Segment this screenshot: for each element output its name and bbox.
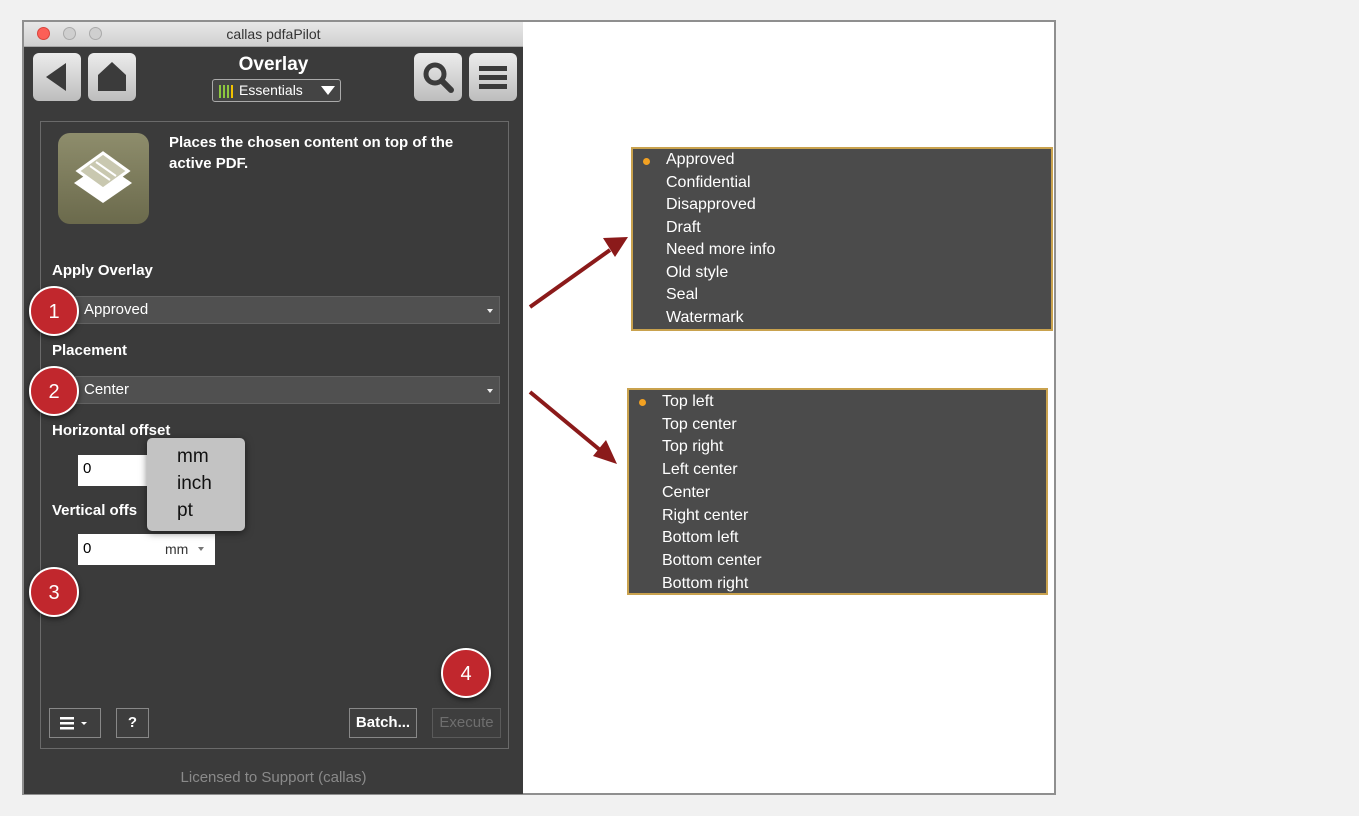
overlay-option[interactable]: Seal [666, 286, 698, 304]
placement-option[interactable]: Top center [662, 416, 737, 434]
arrow-to-overlay-list [528, 248, 612, 309]
arrow-head-icon [593, 440, 617, 464]
overlay-option[interactable]: Watermark [666, 309, 744, 327]
placement-option[interactable]: Bottom center [662, 552, 762, 570]
placement-option[interactable]: Right center [662, 507, 748, 525]
placement-option[interactable]: Top right [662, 438, 723, 456]
placement-option[interactable]: Left center [662, 461, 738, 479]
selected-bullet-icon [643, 158, 650, 165]
selected-bullet-icon [639, 399, 646, 406]
overlay-option[interactable]: Need more info [666, 241, 775, 259]
placement-option[interactable]: Bottom left [662, 529, 738, 547]
overlay-option[interactable]: Disapproved [666, 196, 756, 214]
arrow-to-placement-list [528, 390, 602, 452]
placement-option[interactable]: Bottom right [662, 575, 748, 593]
placement-options-list: Top left Top center Top right Left cente… [627, 388, 1048, 595]
overlay-option[interactable]: Approved [666, 151, 735, 169]
overlay-option[interactable]: Confidential [666, 174, 751, 192]
placement-option[interactable]: Top left [662, 393, 714, 411]
overlay-options-list: Approved Confidential Disapproved Draft … [631, 147, 1053, 331]
placement-option[interactable]: Center [662, 484, 710, 502]
overlay-option[interactable]: Old style [666, 264, 728, 282]
overlay-option[interactable]: Draft [666, 219, 701, 237]
